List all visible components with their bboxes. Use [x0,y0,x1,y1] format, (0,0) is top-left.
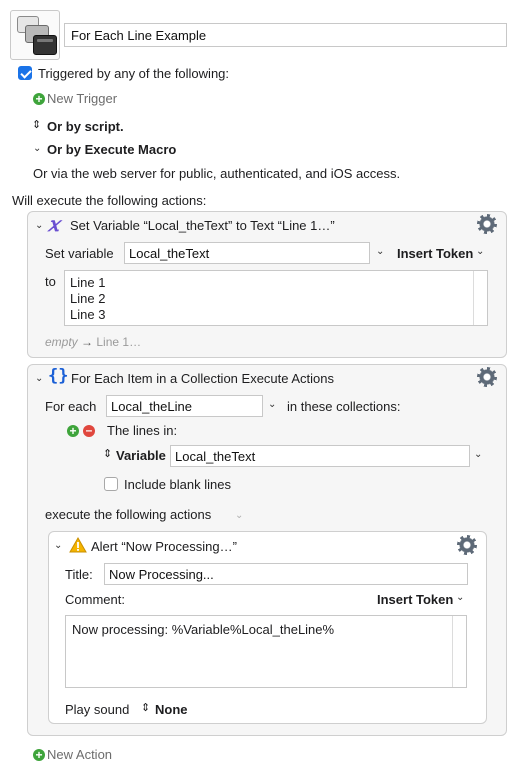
play-sound-label: Play sound [65,702,130,717]
variable-name-field[interactable]: Local_theText [124,242,370,264]
collapse-chevron-icon[interactable]: ⌄ [54,540,62,551]
updown-chevron-icon[interactable]: ⇕ [32,118,41,131]
insert-token-menu[interactable]: Insert Token [397,246,473,261]
gear-icon[interactable] [477,214,497,234]
or-by-execute-macro-toggle[interactable]: Or by Execute Macro [47,142,176,157]
set-variable-label: Set variable [45,246,114,261]
comment-scrollbar[interactable] [452,616,466,687]
execute-actions-label: execute the following actions [45,507,212,522]
variable-x-icon: 𝑥 [48,212,60,236]
comment-text-area[interactable]: Now processing: %Variable%Local_theLine% [65,615,467,688]
preview-empty-label: empty [45,335,78,349]
text-line: Line 2 [70,291,106,306]
variable-dropdown-chevron-icon[interactable]: ⌄ [376,246,384,257]
text-area-scrollbar[interactable] [473,271,487,325]
include-blank-checkbox[interactable] [104,477,118,491]
new-action-link[interactable]: New Action [47,747,112,762]
for-each-label: For each [45,399,97,414]
text-line: Line 1 [70,275,106,290]
result-preview: empty → Line 1… [45,335,141,349]
set-variable-title: Set Variable “Local_theText” to Text “Li… [70,218,335,233]
insert-token-menu[interactable]: Insert Token [377,592,453,607]
gear-icon[interactable] [457,535,477,555]
updown-chevron-icon[interactable]: ⇕ [103,447,112,460]
text-value-area[interactable]: Line 1 Line 2 Line 3 [64,270,488,326]
macro-name-field[interactable]: For Each Line Example [64,23,507,47]
comment-label: Comment: [65,592,125,607]
for-each-title: For Each Item in a Collection Execute Ac… [71,371,335,386]
arrow-icon: → [81,335,94,349]
preview-value: Line 1… [96,335,142,349]
add-action-icon[interactable]: + [33,749,45,761]
macro-icon[interactable] [10,10,60,60]
insert-token-chevron-icon[interactable]: ⌄ [456,592,464,603]
web-server-text: Or via the web server for public, authen… [33,166,401,181]
gear-icon[interactable] [477,367,497,387]
loop-variable-field[interactable]: Local_theLine [106,395,263,417]
lines-in-label: The lines in: [107,423,178,438]
collection-variable-chevron-icon[interactable]: ⌄ [474,449,482,460]
triggered-checkbox[interactable] [18,66,32,80]
warning-icon [69,536,87,556]
execute-chevron-icon[interactable]: ⌄ [235,510,243,521]
triggered-label: Triggered by any of the following: [38,66,230,81]
sound-menu[interactable]: None [155,702,188,717]
collapse-chevron-icon[interactable]: ⌄ [35,373,43,384]
will-execute-label: Will execute the following actions: [12,193,207,208]
text-line: Line 3 [70,307,106,322]
loop-variable-chevron-icon[interactable]: ⌄ [268,399,276,410]
braces-icon: {} [48,366,69,386]
new-trigger-link[interactable]: New Trigger [47,91,117,106]
add-collection-icon[interactable]: + [67,425,79,437]
to-label: to [45,274,56,289]
comment-text: Now processing: %Variable%Local_theLine% [72,622,335,637]
insert-token-chevron-icon[interactable]: ⌄ [476,246,484,257]
in-collections-label: in these collections: [287,399,401,414]
or-by-script-toggle[interactable]: Or by script. [47,119,124,134]
add-trigger-icon[interactable]: + [33,93,45,105]
alert-title-label: Title: [65,567,93,582]
include-blank-label: Include blank lines [124,477,231,492]
collection-variable-field[interactable]: Local_theText [170,445,470,467]
collapse-chevron-icon[interactable]: ⌄ [35,220,43,231]
collection-type-menu[interactable]: Variable [116,448,166,463]
updown-chevron-icon[interactable]: ⇕ [141,701,150,714]
alert-title-field[interactable]: Now Processing... [104,563,468,585]
alert-title: Alert “Now Processing…” [91,539,237,554]
remove-collection-icon[interactable]: – [83,424,95,437]
chevron-down-icon[interactable]: ⌄ [33,143,41,154]
